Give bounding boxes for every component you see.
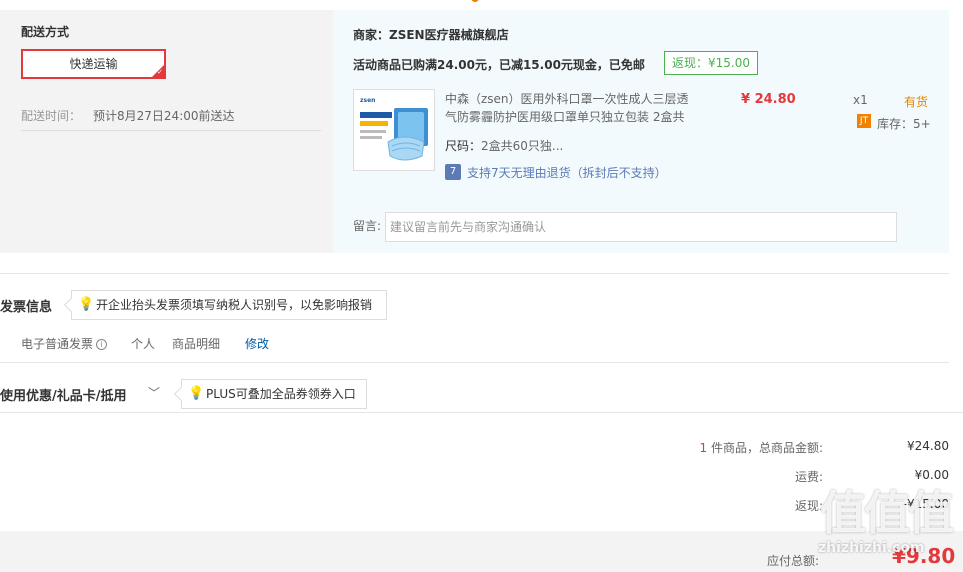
- divider: [0, 412, 963, 413]
- shipping-section: 配送方式 快递运输 ✓ 配送时间： 预计8月27日24:00前送达: [0, 10, 333, 253]
- shipping-title: 配送方式: [21, 25, 70, 39]
- item-count: 1: [699, 441, 708, 455]
- product-quantity: x1: [853, 93, 868, 107]
- invoice-title: 发票信息: [0, 300, 53, 315]
- product-size: 尺码：2盒共60只独...: [445, 137, 563, 154]
- divider: [21, 130, 321, 131]
- stock-count: 库存：5+: [877, 117, 931, 131]
- invoice-edit-link[interactable]: 修改: [245, 335, 269, 352]
- cashback-label: 返现:: [794, 499, 823, 513]
- watermark-logo: 值值值: [820, 486, 954, 540]
- goods-total-value: ¥24.80: [907, 439, 949, 453]
- invoice-holder: 个人: [131, 337, 156, 351]
- check-icon: ✓: [157, 68, 163, 76]
- invoice-tip-text: 开企业抬头发票须填写纳税人识别号，以免影响报销: [96, 298, 373, 312]
- item-label: 件商品，总商品金额:: [707, 441, 823, 455]
- jd-logistics-icon: JT: [857, 114, 871, 128]
- size-label: 尺码：: [445, 139, 482, 153]
- active-step-indicator: [471, 0, 479, 2]
- invoice-content: 商品明细: [172, 337, 221, 351]
- order-shipping-block: 配送方式 快递运输 ✓ 配送时间： 预计8月27日24:00前送达 商家：ZSEN…: [0, 10, 949, 253]
- divider: [0, 362, 949, 363]
- divider: [0, 273, 949, 274]
- freight-label: 运费:: [794, 470, 823, 484]
- chevron-down-icon[interactable]: ﹀: [148, 384, 160, 401]
- delivery-time-label: 配送时间：: [21, 109, 82, 123]
- seven-day-return-icon: 7: [445, 164, 461, 180]
- express-shipping-label: 快递运输: [69, 57, 118, 71]
- product-price: ¥ 24.80: [741, 92, 796, 107]
- stock-status: 有货: [904, 95, 929, 109]
- merchant-name[interactable]: 商家：ZSEN医疗器械旗舰店: [353, 26, 509, 43]
- promo-text: 活动商品已购满24.00元，已减15.00元现金，已免邮: [353, 58, 645, 72]
- plus-coupon-tip[interactable]: 💡 PLUS可叠加全品券领券入口: [173, 379, 367, 409]
- cashback-tag: 返现：¥15.00: [664, 51, 758, 75]
- goods-total-label: 1 件商品，总商品金额:: [623, 439, 824, 456]
- plus-coupon-tip-text: PLUS可叠加全品券领券入口: [206, 387, 356, 401]
- mask-box-icon: zsen: [354, 90, 434, 170]
- return-policy-text: 支持7天无理由退货（拆封后不支持）: [467, 166, 667, 180]
- info-icon[interactable]: i: [96, 339, 108, 350]
- note-label: 留言:: [353, 219, 382, 233]
- product-image[interactable]: zsen: [353, 89, 435, 171]
- product-image-brand: zsen: [360, 97, 375, 104]
- delivery-time-value: 预计8月27日24:00前送达: [93, 109, 235, 123]
- tip-arrow: [63, 297, 79, 313]
- lightbulb-icon: 💡: [78, 297, 95, 312]
- invoice-tip: 💡 开企业抬头发票须填写纳税人识别号，以免影响报销: [63, 290, 387, 320]
- payable-label: 应付总额:: [767, 554, 820, 568]
- delivery-time: 配送时间： 预计8月27日24:00前送达: [21, 107, 235, 124]
- invoice-type-label: 电子普通发票: [21, 337, 94, 351]
- express-shipping-option[interactable]: 快递运输 ✓: [21, 49, 166, 79]
- tip-arrow: [173, 386, 189, 402]
- freight-value: ¥0.00: [914, 468, 949, 482]
- product-name[interactable]: 中森（zsen）医用外科口罩一次性成人三层透气防雾霾防护医用级口罩单只独立包装 …: [445, 90, 695, 126]
- merchant-section: 商家：ZSEN医疗器械旗舰店 活动商品已购满24.00元，已减15.00元现金，…: [333, 10, 949, 253]
- size-value: 2盒共60只独...: [481, 139, 564, 153]
- coupons-toggle[interactable]: 使用优惠/礼品卡/抵用: [0, 385, 127, 404]
- invoice-type: 电子普通发票 i: [21, 335, 108, 352]
- watermark-site: zhizhizhi.com: [818, 540, 925, 556]
- order-note-input[interactable]: [385, 212, 897, 242]
- lightbulb-icon: 💡: [188, 386, 205, 401]
